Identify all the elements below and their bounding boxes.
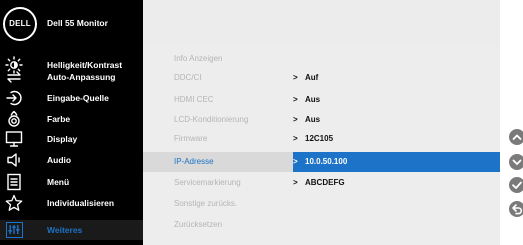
confirm-button[interactable] xyxy=(509,177,523,193)
personalize-icon xyxy=(5,194,23,212)
menu-item-label: Audio xyxy=(47,155,72,165)
color-icon xyxy=(5,110,23,128)
menu-item-auto-adjust[interactable]: Auto-Anpassung xyxy=(0,67,143,87)
menu-item-label: Eingabe-Quelle xyxy=(47,93,109,103)
chevron-right-icon: > xyxy=(293,95,298,104)
row-value: Aus xyxy=(305,115,321,124)
submenu-row-service-tag[interactable]: Servicemarkierung > ABCDEFG xyxy=(143,173,500,193)
row-label: Firmware xyxy=(174,134,208,143)
input-source-icon xyxy=(5,89,23,107)
submenu-row-factory-reset[interactable]: Zurücksetzen xyxy=(143,215,500,235)
osd-menu: DELL Dell 55 Monitor Helligkeit/Kontrast… xyxy=(0,0,500,245)
submenu-row-display-info[interactable]: Info Anzeigen xyxy=(143,49,500,69)
chevron-right-icon: > xyxy=(293,134,298,143)
row-value: 10.0.50.100 xyxy=(305,157,348,166)
menu-item-menu[interactable]: Menü xyxy=(0,172,143,192)
row-label: Sonstige zurücks. xyxy=(174,199,238,208)
others-icon xyxy=(6,222,23,238)
chevron-down-icon xyxy=(512,159,522,165)
row-value: Aus xyxy=(305,95,321,104)
menu-item-audio[interactable]: Audio xyxy=(0,150,143,170)
row-label: DDC/CI xyxy=(174,73,202,82)
row-label: Zurücksetzen xyxy=(174,220,223,229)
submenu-row-firmware[interactable]: Firmware > 12C105 xyxy=(143,129,500,149)
chevron-right-icon: > xyxy=(293,73,298,82)
row-label-background xyxy=(143,152,293,172)
menu-item-personalize[interactable]: Individualisieren xyxy=(0,193,143,213)
logo-text: DELL xyxy=(9,19,31,28)
menu-item-display[interactable]: Display xyxy=(0,129,143,149)
menu-item-input-source[interactable]: Eingabe-Quelle xyxy=(0,88,143,108)
menu-header: DELL Dell 55 Monitor xyxy=(0,0,143,46)
content-header xyxy=(143,0,500,46)
menu-item-color[interactable]: Farbe xyxy=(0,109,143,129)
menu-item-label: Display xyxy=(47,134,78,144)
row-label: IP-Adresse xyxy=(174,157,214,166)
row-label: LCD-Konditionierung xyxy=(174,115,249,124)
menu-item-label: Farbe xyxy=(47,114,71,124)
monitor-name: Dell 55 Monitor xyxy=(47,18,108,28)
chevron-right-icon: > xyxy=(293,115,298,124)
submenu-row-reset-others[interactable]: Sonstige zurücks. xyxy=(143,194,500,214)
menu-item-label: Weiteres xyxy=(47,225,83,235)
dell-logo: DELL xyxy=(3,7,37,41)
submenu-row-ip-address[interactable]: IP-Adresse > 10.0.50.100 xyxy=(143,152,500,172)
row-label: Servicemarkierung xyxy=(174,178,241,187)
up-button[interactable] xyxy=(509,129,523,145)
down-button[interactable] xyxy=(509,154,523,170)
menu-item-label: Individualisieren xyxy=(47,198,115,208)
menu-item-label: Auto-Anpassung xyxy=(47,72,116,82)
main-menu: DELL Dell 55 Monitor Helligkeit/Kontrast… xyxy=(0,0,143,245)
display-icon xyxy=(5,130,23,148)
submenu-panel: Info Anzeigen DDC/CI > Auf HDMI CEC > Au… xyxy=(143,46,500,245)
row-label: HDMI CEC xyxy=(174,95,214,104)
submenu-row-hdmi-cec[interactable]: HDMI CEC > Aus xyxy=(143,90,500,110)
row-value: ABCDEFG xyxy=(305,178,345,187)
submenu-row-lcd-conditioning[interactable]: LCD-Konditionierung > Aus xyxy=(143,110,500,130)
auto-adjust-icon xyxy=(5,68,23,86)
checkmark-icon xyxy=(512,181,522,189)
submenu-row-ddcci[interactable]: DDC/CI > Auf xyxy=(143,68,500,88)
chevron-up-icon xyxy=(512,134,522,140)
audio-icon xyxy=(5,151,23,169)
menu-item-label: Menü xyxy=(47,177,70,187)
back-icon xyxy=(512,204,523,215)
row-label: Info Anzeigen xyxy=(174,54,223,63)
row-value: 12C105 xyxy=(305,134,334,143)
back-button[interactable] xyxy=(509,201,523,217)
chevron-right-icon: > xyxy=(293,157,298,166)
menu-item-others[interactable]: Weiteres xyxy=(0,220,143,240)
menu-icon xyxy=(5,173,23,191)
chevron-right-icon: > xyxy=(293,178,298,187)
row-value: Auf xyxy=(305,73,319,82)
